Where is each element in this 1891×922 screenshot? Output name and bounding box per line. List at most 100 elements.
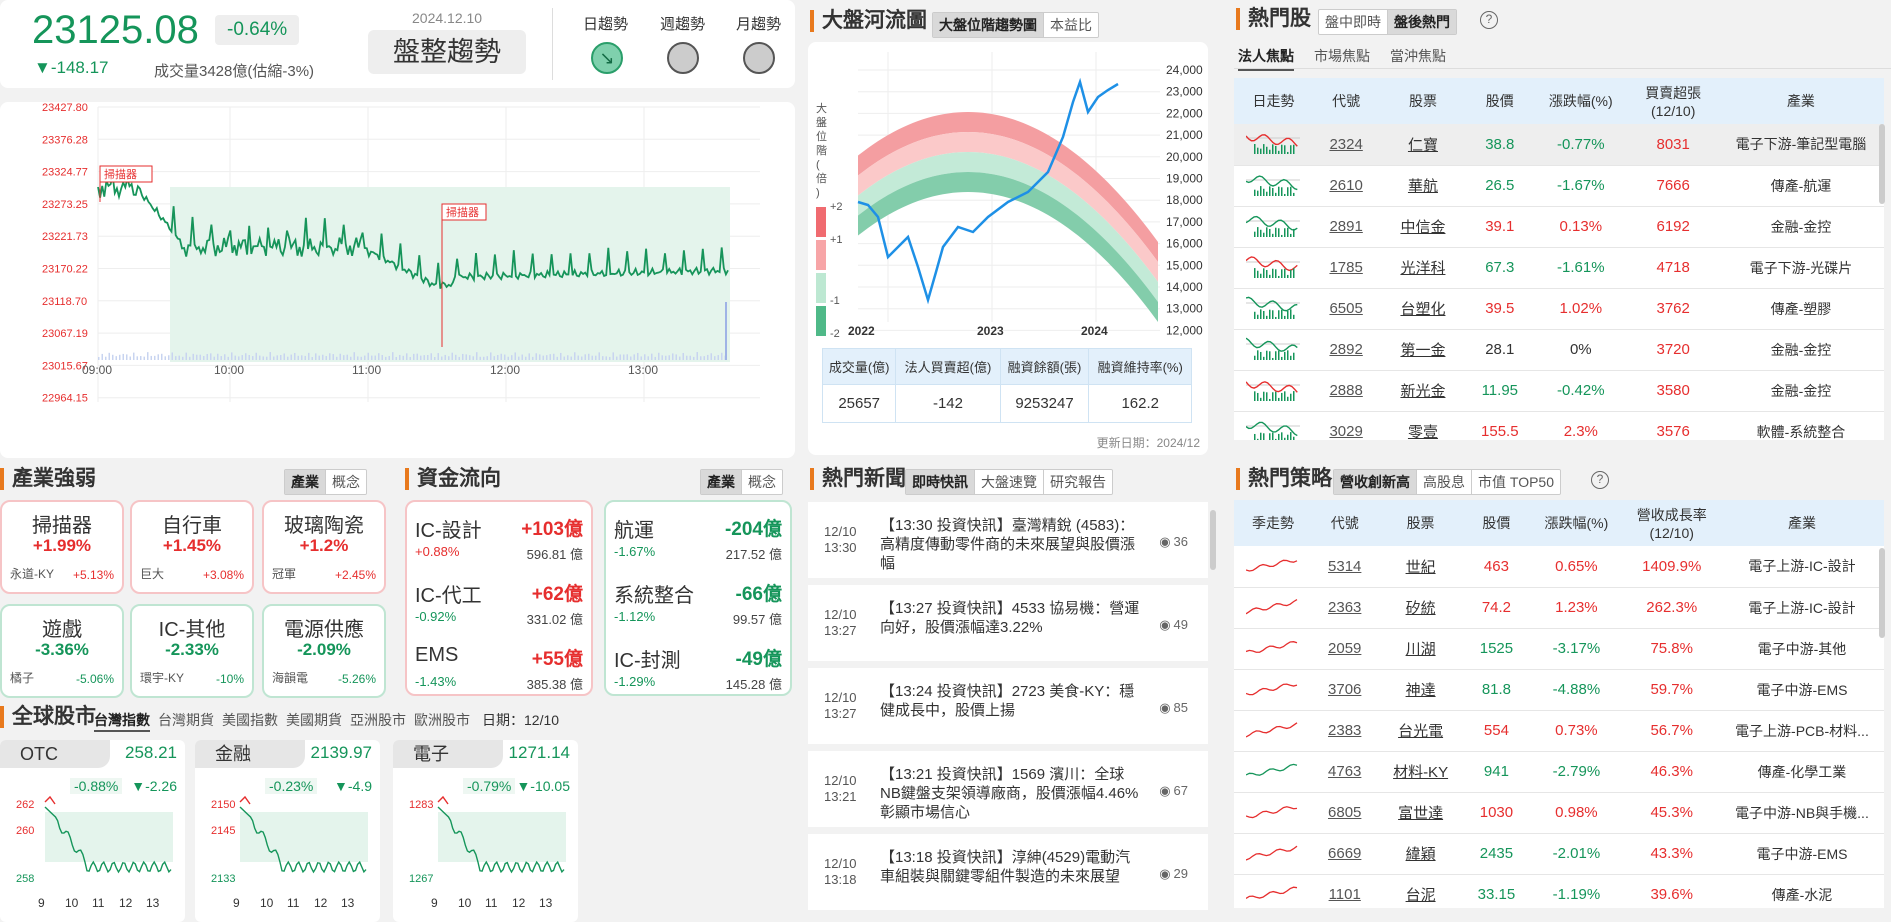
tab-industry[interactable]: 產業	[285, 470, 325, 494]
stock-name[interactable]: 仁寶	[1379, 124, 1467, 166]
stock-name[interactable]: 矽統	[1377, 587, 1464, 629]
table-row[interactable]: 5314 世紀 463 0.65% 1409.9% 電子上游-IC-設計	[1234, 546, 1884, 588]
flow-row[interactable]: EMS +55億 -1.43% 385.38 億	[415, 644, 583, 704]
table-row[interactable]: 1101 台泥 33.15 -1.19% 39.6% 傳產-水泥	[1234, 874, 1884, 908]
flow-row[interactable]: IC-代工 +62億 -0.92% 331.02 億	[415, 579, 583, 639]
strategy-scrollbar[interactable]	[1879, 548, 1885, 638]
flow-row[interactable]: 航運 -204億 -1.67% 217.52 億	[614, 514, 782, 574]
tab-asia[interactable]: 亞洲股市	[350, 710, 406, 732]
stock-name[interactable]: 零壹	[1379, 411, 1467, 440]
stock-name[interactable]: 光洋科	[1379, 247, 1467, 289]
tab-us-index[interactable]: 美國指數	[222, 710, 278, 732]
news-headline[interactable]: 【13:27 投資快訊】4533 協易機：營運向好，股價漲幅達3.22%	[880, 599, 1140, 637]
tab-tw-index[interactable]: 台灣指數	[94, 710, 150, 732]
stock-name[interactable]: 華航	[1379, 165, 1467, 207]
global-index-card[interactable]: 金融 2139.97 -0.23% ▼-4.9 2150 2145 2133 9 10 11 12 1…	[195, 740, 380, 922]
tab-river-level[interactable]: 大盤位階趨勢圖	[933, 13, 1043, 37]
industry-card[interactable]: 自行車 +1.45% 巨大 +3.08%	[130, 500, 254, 594]
industry-card[interactable]: 遊戲 -3.36% 橘子 -5.06%	[0, 604, 124, 698]
news-headline[interactable]: 【13:18 投資快訊】淳紳(4529)電動汽車組裝與關鍵零組件製造的未來展望	[880, 848, 1140, 886]
stock-code[interactable]: 1785	[1312, 247, 1380, 289]
news-item[interactable]: 12/10 13:30 【13:30 投資快訊】臺灣精銳 (4583)：高精度傳動…	[808, 502, 1208, 578]
table-row[interactable]: 2059 川湖 1525 -3.17% 75.8% 電子中游-其他	[1234, 628, 1884, 670]
table-row[interactable]: 6505 台塑化 39.5 1.02% 3762 傳產-塑膠	[1234, 288, 1884, 330]
stock-name[interactable]: 第一金	[1379, 329, 1467, 371]
tab-tw-futures[interactable]: 台灣期貨	[158, 710, 214, 732]
tab-market-overview[interactable]: 大盤速覽	[974, 470, 1043, 494]
news-item[interactable]: 12/10 13:21 【13:21 投資快訊】1569 濱川：全球NB鍵盤支架領…	[808, 751, 1208, 827]
stock-name[interactable]: 富世達	[1377, 792, 1464, 834]
table-header[interactable]: 買賣超張 (12/10)	[1628, 78, 1718, 124]
strategy-help-icon[interactable]: ?	[1591, 471, 1609, 489]
tab-high-dividend[interactable]: 高股息	[1416, 470, 1471, 494]
news-headline[interactable]: 【13:24 投資快訊】2723 美食-KY：穩健成長中，股價上揚	[880, 682, 1140, 720]
table-row[interactable]: 6669 緯穎 2435 -2.01% 43.3% 電子中游-EMS	[1234, 833, 1884, 875]
stock-name[interactable]: 台光電	[1377, 710, 1464, 752]
table-row[interactable]: 2888 新光金 11.95 -0.42% 3580 金融-金控	[1234, 370, 1884, 412]
stock-name[interactable]: 神達	[1377, 669, 1464, 711]
tab-river-pe[interactable]: 本益比	[1043, 13, 1098, 37]
stock-code[interactable]: 6805	[1311, 792, 1378, 834]
tab-europe[interactable]: 歐洲股市	[414, 710, 470, 732]
industry-card[interactable]: 玻璃陶瓷 +1.2% 冠軍 +2.45%	[262, 500, 386, 594]
tab-flash[interactable]: 即時快訊	[906, 470, 974, 494]
stock-name[interactable]: 中信金	[1379, 206, 1467, 248]
stock-name[interactable]: 川湖	[1377, 628, 1464, 670]
stock-name[interactable]: 台塑化	[1379, 288, 1467, 330]
stock-code[interactable]: 2892	[1312, 329, 1380, 371]
tab-revenue-high[interactable]: 營收創新高	[1334, 470, 1416, 494]
table-row[interactable]: 3029 零壹 155.5 2.3% 3576 軟體-系統整合	[1234, 411, 1884, 440]
stock-code[interactable]: 2610	[1312, 165, 1380, 207]
global-index-card[interactable]: OTC 258.21 -0.88% ▼-2.26 262 260 258 9 10 11 12 13	[0, 740, 185, 922]
table-row[interactable]: 4763 材料-KY 941 -2.79% 46.3% 傳產-化學工業	[1234, 751, 1884, 793]
table-row[interactable]: 2892 第一金 28.1 0% 3720 金融-金控	[1234, 329, 1884, 371]
flow-row[interactable]: 系統整合 -66億 -1.12% 99.57 億	[614, 579, 782, 639]
table-header[interactable]: 營收成長率 (12/10)	[1623, 500, 1720, 546]
stock-code[interactable]: 2324	[1312, 124, 1380, 166]
table-row[interactable]: 1785 光洋科 67.3 -1.61% 4718 電子下游-光碟片	[1234, 247, 1884, 289]
table-row[interactable]: 3706 神達 81.8 -4.88% 59.7% 電子中游-EMS	[1234, 669, 1884, 711]
industry-card[interactable]: 掃描器 +1.99% 永道-KY +5.13%	[0, 500, 124, 594]
stock-code[interactable]: 2059	[1311, 628, 1378, 670]
table-row[interactable]: 2610 華航 26.5 -1.67% 7666 傳產-航運	[1234, 165, 1884, 207]
stock-code[interactable]: 2363	[1311, 587, 1378, 629]
trend-down-icon[interactable]: ↘	[591, 42, 623, 74]
tab-after-hours[interactable]: 盤後熱門	[1387, 10, 1456, 34]
global-index-card[interactable]: 電子 1271.14 -0.79% ▼-10.05 1283 1267 9 10 11 12 13	[393, 740, 578, 922]
flow-row[interactable]: IC-封測 -49億 -1.29% 145.28 億	[614, 644, 782, 704]
stock-code[interactable]: 4763	[1311, 751, 1378, 793]
tab-top50[interactable]: 市值 TOP50	[1471, 470, 1560, 494]
stock-name[interactable]: 材料-KY	[1377, 751, 1464, 793]
stock-code[interactable]: 2383	[1311, 710, 1378, 752]
weekly-trend-icon[interactable]	[667, 42, 699, 74]
tab-concept[interactable]: 概念	[325, 470, 366, 494]
tab-intraday[interactable]: 盤中即時	[1319, 10, 1387, 34]
news-item[interactable]: 12/10 13:18 【13:18 投資快訊】淳紳(4529)電動汽車組裝與關鍵…	[808, 834, 1208, 910]
stock-name[interactable]: 緯穎	[1377, 833, 1464, 875]
stock-code[interactable]: 2888	[1312, 370, 1380, 412]
stock-code[interactable]: 3706	[1311, 669, 1378, 711]
stock-code[interactable]: 6669	[1311, 833, 1378, 875]
stock-code[interactable]: 1101	[1311, 874, 1378, 908]
tab-us-futures[interactable]: 美國期貨	[286, 710, 342, 732]
industry-card[interactable]: 電源供應 -2.09% 海韻電 -5.26%	[262, 604, 386, 698]
stock-code[interactable]: 3029	[1312, 411, 1380, 440]
table-row[interactable]: 2891 中信金 39.1 0.13% 6192 金融-金控	[1234, 206, 1884, 248]
stock-name[interactable]: 台泥	[1377, 874, 1464, 908]
stock-code[interactable]: 2891	[1312, 206, 1380, 248]
stock-code[interactable]: 5314	[1311, 546, 1378, 588]
flow-row[interactable]: IC-設計 +103億 +0.88% 596.81 億	[415, 514, 583, 574]
table-row[interactable]: 6805 富世達 1030 0.98% 45.3% 電子中游-NB與手機...	[1234, 792, 1884, 834]
stock-name[interactable]: 新光金	[1379, 370, 1467, 412]
hot-scrollbar[interactable]	[1879, 124, 1885, 204]
table-row[interactable]: 2383 台光電 554 0.73% 56.7% 電子上游-PCB-材料...	[1234, 710, 1884, 752]
industry-card[interactable]: IC-其他 -2.33% 環宇-KY -10%	[130, 604, 254, 698]
tab-flow-industry[interactable]: 產業	[701, 470, 741, 494]
table-row[interactable]: 2363 矽統 74.2 1.23% 262.3% 電子上游-IC-設計	[1234, 587, 1884, 629]
tab-research[interactable]: 研究報告	[1043, 470, 1112, 494]
news-scrollbar[interactable]	[1210, 510, 1216, 570]
news-item[interactable]: 12/10 13:27 【13:24 投資快訊】2723 美食-KY：穩健成長中，…	[808, 668, 1208, 744]
table-row[interactable]: 2324 仁寶 38.8 -0.77% 8031 電子下游-筆記型電腦	[1234, 124, 1884, 166]
news-headline[interactable]: 【13:21 投資快訊】1569 濱川：全球NB鍵盤支架領導廠商，股價漲幅4.4…	[880, 765, 1140, 822]
stock-name[interactable]: 世紀	[1377, 546, 1464, 588]
